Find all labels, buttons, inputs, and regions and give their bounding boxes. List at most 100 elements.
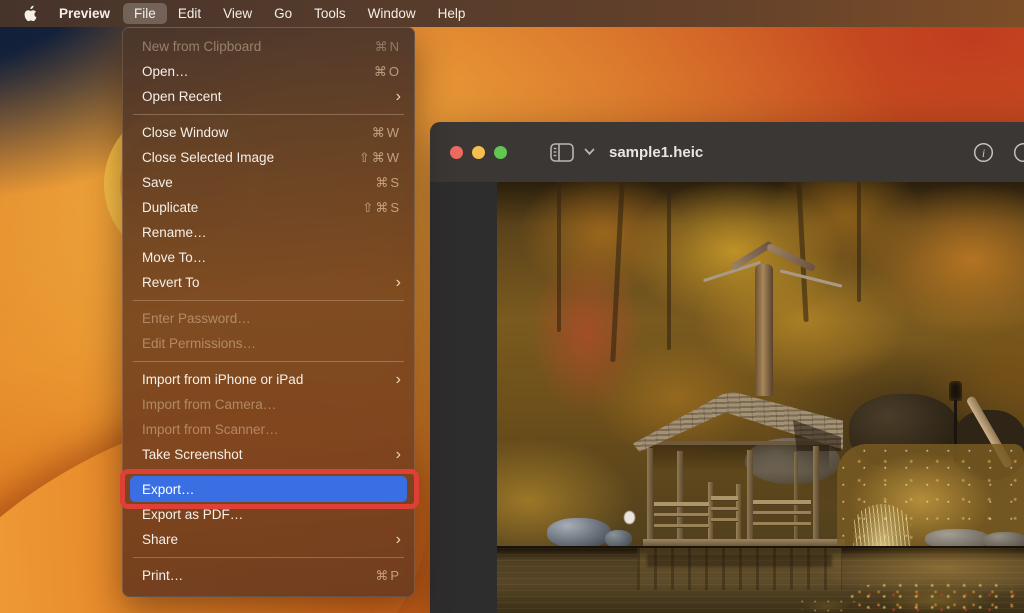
menu-item-import-from-iphone-or-ipad[interactable]: Import from iPhone or iPad › xyxy=(123,367,414,392)
menu-separator xyxy=(133,114,404,115)
file-menu-panel: New from Clipboard ⌘N Open… ⌘O Open Rece… xyxy=(120,27,419,597)
window-titlebar: sample1.heic i xyxy=(430,122,1024,182)
menu-item-open-recent[interactable]: Open Recent › xyxy=(123,84,414,109)
menu-item-shortcut: ⇧⌘S xyxy=(362,199,401,215)
menu-item-shortcut: ⌘O xyxy=(373,63,401,79)
menu-item-import-from-camera: Import from Camera… xyxy=(123,392,414,417)
menu-item-shortcut: ⌘P xyxy=(375,567,401,583)
tree-trunk xyxy=(755,264,773,396)
gazebo-gate-post xyxy=(708,482,713,540)
background-tree xyxy=(610,182,625,363)
menu-item-close-selected-image[interactable]: Close Selected Image ⇧⌘W xyxy=(123,145,414,170)
background-tree xyxy=(857,182,861,302)
background-tree xyxy=(796,182,809,323)
menubar-app-name[interactable]: Preview xyxy=(46,3,123,24)
menu-item-label: Share xyxy=(142,532,179,547)
tree-branch xyxy=(779,269,843,288)
menu-item-label: Rename… xyxy=(142,225,207,240)
menu-item-label: Save xyxy=(142,175,173,190)
menu-item-label: Close Selected Image xyxy=(142,150,275,165)
zoom-button[interactable] xyxy=(494,145,507,159)
gazebo-gate xyxy=(711,507,738,511)
menu-item-import-from-scanner: Import from Scanner… xyxy=(123,417,414,442)
gazebo-railing xyxy=(753,511,811,515)
gazebo-gate xyxy=(711,496,738,501)
preview-window: sample1.heic i xyxy=(430,122,1024,613)
menu-item-open[interactable]: Open… ⌘O xyxy=(123,59,414,84)
menu-item-save[interactable]: Save ⌘S xyxy=(123,170,414,195)
menu-separator xyxy=(133,361,404,362)
menu-bar: Preview File Edit View Go Tools Window H… xyxy=(0,0,1024,27)
menubar-menu-go[interactable]: Go xyxy=(263,3,303,24)
menubar-menu-help[interactable]: Help xyxy=(427,3,477,24)
menu-item-export[interactable]: Export… xyxy=(130,476,407,502)
menu-item-share[interactable]: Share › xyxy=(123,527,414,552)
export-row-wrapper: Export… xyxy=(120,469,419,509)
svg-text:i: i xyxy=(982,146,985,160)
lamp-post xyxy=(949,381,962,401)
gazebo-railing xyxy=(654,524,709,528)
menu-item-shortcut: ⌘S xyxy=(375,174,401,190)
background-tree xyxy=(667,190,671,350)
floating-flowers xyxy=(797,597,857,613)
menubar-menu-view[interactable]: View xyxy=(212,3,263,24)
submenu-chevron-icon: › xyxy=(395,370,401,388)
submenu-chevron-icon: › xyxy=(395,530,401,548)
menu-item-label: Duplicate xyxy=(142,200,199,215)
menu-separator xyxy=(133,300,404,301)
gazebo-post xyxy=(813,446,819,542)
menu-item-export-as-pdf[interactable]: Export as PDF… xyxy=(123,502,414,527)
shore-boulder xyxy=(547,518,611,548)
apple-menu[interactable] xyxy=(16,5,46,23)
menu-item-label: Open Recent xyxy=(142,89,222,104)
menu-item-new-from-clipboard: New from Clipboard ⌘N xyxy=(123,34,414,59)
gazebo-railing xyxy=(654,502,709,507)
menu-item-shortcut: ⌘N xyxy=(374,38,401,54)
tree-branch xyxy=(766,242,816,273)
submenu-chevron-icon: › xyxy=(395,273,401,291)
window-content xyxy=(430,182,1024,613)
menu-item-enter-password: Enter Password… xyxy=(123,306,414,331)
chevron-down-icon[interactable] xyxy=(584,148,595,156)
window-title: sample1.heic xyxy=(609,143,704,161)
menu-separator xyxy=(133,557,404,558)
menu-item-label: Print… xyxy=(142,568,184,583)
menubar-menu-file[interactable]: File xyxy=(123,3,167,24)
menu-item-label: Enter Password… xyxy=(142,311,251,326)
partial-circle-icon[interactable] xyxy=(1013,142,1024,163)
white-flowers xyxy=(624,511,635,524)
info-icon[interactable]: i xyxy=(973,142,994,163)
menubar-menu-edit[interactable]: Edit xyxy=(167,3,212,24)
sidebar-toggle-icon[interactable] xyxy=(550,142,574,162)
menu-item-label: Import from Scanner… xyxy=(142,422,279,437)
menu-item-close-window[interactable]: Close Window ⌘W xyxy=(123,120,414,145)
gazebo-gate xyxy=(711,518,738,522)
menu-item-label: Import from iPhone or iPad xyxy=(142,372,304,387)
dry-grass xyxy=(853,504,911,550)
gazebo-post xyxy=(747,450,753,541)
menu-item-label: New from Clipboard xyxy=(142,39,262,54)
menu-item-label: Edit Permissions… xyxy=(142,336,257,351)
menubar-menu-window[interactable]: Window xyxy=(357,3,427,24)
menu-item-label: Move To… xyxy=(142,250,207,265)
menu-item-label: Revert To xyxy=(142,275,200,290)
menu-item-label: Open… xyxy=(142,64,189,79)
minimize-button[interactable] xyxy=(472,145,485,159)
menu-item-take-screenshot[interactable]: Take Screenshot › xyxy=(123,442,414,467)
menu-item-duplicate[interactable]: Duplicate ⇧⌘S xyxy=(123,195,414,220)
submenu-chevron-icon: › xyxy=(395,445,401,463)
gazebo-railing xyxy=(654,513,709,517)
menu-item-shortcut: ⌘W xyxy=(371,124,401,140)
menu-item-label: Export… xyxy=(142,481,195,497)
menu-item-label: Export as PDF… xyxy=(142,507,244,522)
menubar-menu-tools[interactable]: Tools xyxy=(303,3,357,24)
gazebo-gate-post xyxy=(736,484,741,540)
menu-item-revert-to[interactable]: Revert To › xyxy=(123,270,414,295)
gazebo-deck xyxy=(643,539,845,546)
photo-canvas xyxy=(497,182,1024,613)
menu-item-print[interactable]: Print… ⌘P xyxy=(123,563,414,588)
menu-item-move-to[interactable]: Move To… xyxy=(123,245,414,270)
menu-item-rename[interactable]: Rename… xyxy=(123,220,414,245)
roof-reflection xyxy=(647,554,832,567)
close-button[interactable] xyxy=(450,145,463,159)
